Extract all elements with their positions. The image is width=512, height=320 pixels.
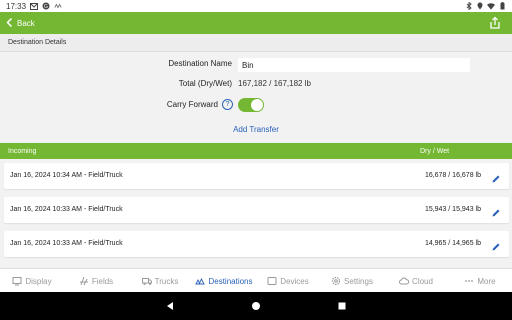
nav-label: More (477, 276, 496, 286)
incoming-header: Incoming Dry / Wet (0, 143, 512, 159)
display-icon (12, 277, 22, 286)
incoming-title: Incoming (8, 147, 37, 155)
list-item[interactable]: Jan 16, 2024 10:33 AM - Field/Truck 14,9… (4, 231, 509, 257)
destination-name-label: Destination Name (168, 59, 232, 68)
nav-devices[interactable]: Devices (256, 276, 320, 286)
bottom-navigation: Display Fields Trucks Destinations Devic… (0, 268, 512, 293)
nav-trucks[interactable]: Trucks (128, 276, 192, 286)
nav-more[interactable]: More (448, 276, 512, 286)
dry-wet-header: Dry / Wet (420, 147, 450, 155)
nav-settings[interactable]: Settings (320, 276, 384, 286)
total-label: Total (Dry/Wet) (178, 79, 232, 88)
nav-label: Display (25, 276, 52, 286)
more-icon (465, 280, 474, 282)
carry-forward-label: Carry Forward (166, 100, 218, 109)
app-icon (54, 2, 62, 10)
nav-label: Trucks (154, 276, 179, 286)
incoming-title-text: Jan 16, 2024 10:34 AM - Field/Truck (10, 172, 123, 179)
settings-icon (331, 276, 341, 286)
cloud-icon (399, 277, 410, 285)
destination-name-input[interactable] (238, 58, 470, 72)
svg-text:G: G (44, 4, 48, 10)
app-bar: Back (0, 12, 512, 34)
g-icon: G (42, 2, 50, 10)
triangle-back-icon (167, 302, 173, 310)
system-navigation-bar (0, 292, 512, 320)
incoming-amount: 14,965 / 14,965 lb (424, 240, 481, 247)
edit-icon[interactable] (491, 239, 501, 251)
mail-icon (30, 2, 39, 10)
incoming-amount: 15,943 / 15,943 lb (424, 206, 481, 213)
nav-display[interactable]: Display (0, 276, 64, 286)
nav-label: Settings (344, 276, 373, 286)
add-transfer-link[interactable]: Add Transfer (0, 125, 512, 134)
system-back-button[interactable] (163, 299, 177, 313)
edit-icon[interactable] (491, 205, 501, 217)
system-recents-button[interactable] (335, 299, 349, 313)
nav-label: Fields (91, 276, 114, 286)
circle-home-icon (252, 302, 260, 310)
status-time: 17:33 (6, 1, 27, 11)
destination-details-header: Destination Details (0, 34, 512, 52)
nav-cloud[interactable]: Cloud (384, 276, 448, 286)
fields-icon (79, 276, 88, 286)
destination-details: Destination Name Total (Dry/Wet) 167,182… (0, 52, 512, 138)
nav-label: Devices (280, 276, 309, 286)
destinations-icon (195, 277, 206, 285)
truck-icon (141, 278, 152, 285)
incoming-title-text: Jan 16, 2024 10:33 AM - Field/Truck (10, 206, 123, 213)
back-label: Back (17, 18, 35, 28)
edit-icon[interactable] (491, 171, 501, 183)
share-button[interactable] (488, 16, 502, 30)
help-icon[interactable]: ? (222, 99, 233, 110)
list-item[interactable]: Jan 16, 2024 10:34 AM - Field/Truck 16,6… (4, 163, 509, 189)
incoming-amount: 16,678 / 16,678 lb (424, 172, 481, 179)
nav-label: Destinations (208, 276, 253, 286)
section-title: Destination Details (8, 39, 67, 46)
battery-icon (498, 2, 506, 10)
list-item[interactable]: Jan 16, 2024 10:33 AM - Field/Truck 15,9… (4, 197, 509, 223)
chevron-left-icon (6, 17, 13, 29)
system-home-button[interactable] (249, 299, 263, 313)
nav-destinations[interactable]: Destinations (192, 276, 256, 286)
back-button[interactable]: Back (6, 17, 35, 29)
toggle-knob (251, 99, 263, 111)
devices-icon (267, 277, 277, 285)
wifi-icon (487, 2, 495, 10)
nav-fields[interactable]: Fields (64, 276, 128, 286)
square-recents-icon (338, 302, 346, 310)
share-icon (490, 16, 500, 29)
incoming-title-text: Jan 16, 2024 10:33 AM - Field/Truck (10, 240, 123, 247)
bluetooth-icon (465, 2, 473, 10)
carry-forward-toggle[interactable] (238, 98, 264, 112)
total-value: 167,182 / 167,182 lb (238, 79, 311, 88)
location-icon (476, 2, 484, 10)
status-bar: 17:33 G (0, 0, 512, 12)
nav-label: Cloud (412, 276, 433, 286)
